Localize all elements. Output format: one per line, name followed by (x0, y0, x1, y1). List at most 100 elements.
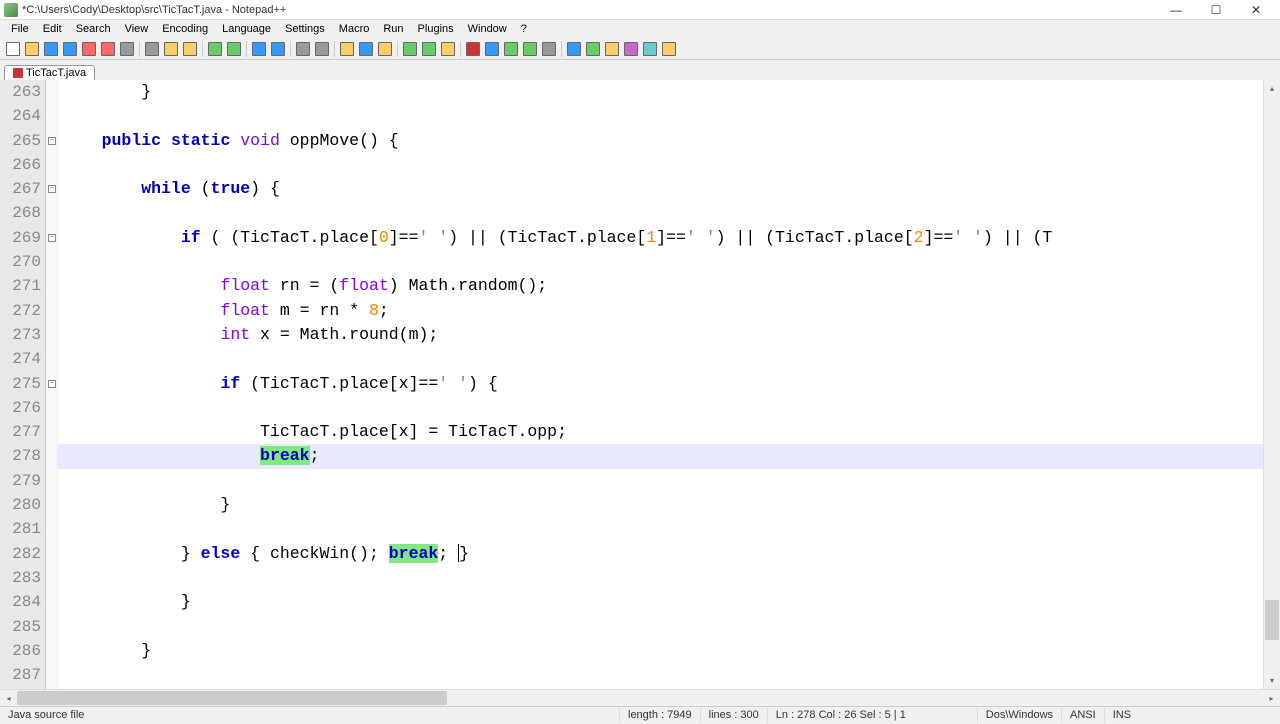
line-number: 286 (0, 639, 41, 663)
code-line[interactable] (58, 566, 1263, 590)
undo-button[interactable] (206, 40, 224, 58)
save-button[interactable] (42, 40, 60, 58)
play-button[interactable] (502, 40, 520, 58)
toolbar (0, 38, 1280, 60)
menu-language[interactable]: Language (215, 22, 278, 36)
code-line[interactable]: int x = Math.round(m); (58, 323, 1263, 347)
menu-edit[interactable]: Edit (36, 22, 69, 36)
line-number: 273 (0, 323, 41, 347)
zoomin-button[interactable] (294, 40, 312, 58)
s2-button[interactable] (584, 40, 602, 58)
scroll-up-arrow[interactable]: ▴ (1264, 80, 1280, 97)
code-line[interactable]: } (58, 80, 1263, 104)
menu-settings[interactable]: Settings (278, 22, 332, 36)
replace-button[interactable] (269, 40, 287, 58)
menu-view[interactable]: View (118, 22, 156, 36)
code-area[interactable]: } public static void oppMove() { while (… (58, 80, 1263, 689)
code-line[interactable] (58, 396, 1263, 420)
code-line[interactable]: } (58, 639, 1263, 663)
scroll-left-arrow[interactable]: ◂ (0, 690, 17, 706)
allchars-button[interactable] (357, 40, 375, 58)
maximize-button[interactable]: ☐ (1196, 1, 1236, 19)
code-line[interactable] (58, 201, 1263, 225)
menu-file[interactable]: File (4, 22, 36, 36)
saveall-button[interactable] (61, 40, 79, 58)
code-line[interactable]: if ( (TicTacT.place[0]==' ') || (TicTacT… (58, 226, 1263, 250)
line-number: 264 (0, 104, 41, 128)
s6-button[interactable] (660, 40, 678, 58)
zoomout-button[interactable] (313, 40, 331, 58)
line-number: 287 (0, 663, 41, 687)
new-button[interactable] (4, 40, 22, 58)
vertical-scrollbar[interactable]: ▴ ▾ (1263, 80, 1280, 689)
playmulti-button[interactable] (521, 40, 539, 58)
line-number: 283 (0, 566, 41, 590)
code-line[interactable] (58, 615, 1263, 639)
close-button[interactable] (80, 40, 98, 58)
code-line[interactable]: break; (58, 444, 1263, 468)
wrap-button[interactable] (338, 40, 356, 58)
find-button[interactable] (250, 40, 268, 58)
menu-window[interactable]: Window (461, 22, 514, 36)
fold-toggle[interactable]: − (48, 234, 56, 242)
menu-run[interactable]: Run (376, 22, 410, 36)
line-number: 277 (0, 420, 41, 444)
code-line[interactable]: } (58, 493, 1263, 517)
code-line[interactable]: public static void oppMove() { (58, 129, 1263, 153)
code-line[interactable] (58, 469, 1263, 493)
line-number: 276 (0, 396, 41, 420)
file-tab[interactable]: TicTacT.java (4, 65, 95, 80)
code-line[interactable] (58, 153, 1263, 177)
line-number: 268 (0, 201, 41, 225)
paste-button[interactable] (181, 40, 199, 58)
print-button[interactable] (118, 40, 136, 58)
line-number: 275 (0, 372, 41, 396)
scroll-right-arrow[interactable]: ▸ (1263, 690, 1280, 706)
fold-toggle[interactable]: − (48, 185, 56, 193)
line-number: 272 (0, 299, 41, 323)
code-line[interactable]: float rn = (float) Math.random(); (58, 274, 1263, 298)
menu-macro[interactable]: Macro (332, 22, 377, 36)
cut-button[interactable] (143, 40, 161, 58)
close-button[interactable]: ✕ (1236, 1, 1276, 19)
save-macro-button[interactable] (540, 40, 558, 58)
code-line[interactable] (58, 663, 1263, 687)
vscroll-thumb[interactable] (1265, 600, 1279, 640)
indent-button[interactable] (376, 40, 394, 58)
closeall-button[interactable] (99, 40, 117, 58)
code-line[interactable] (58, 347, 1263, 371)
scroll-down-arrow[interactable]: ▾ (1264, 672, 1280, 689)
fold-toggle[interactable]: − (48, 380, 56, 388)
menu-search[interactable]: Search (69, 22, 118, 36)
code-line[interactable]: } else { checkWin(); break; } (58, 542, 1263, 566)
code-line[interactable] (58, 104, 1263, 128)
copy-button[interactable] (162, 40, 180, 58)
s3-button[interactable] (603, 40, 621, 58)
horizontal-scrollbar[interactable]: ◂ ▸ (0, 689, 1280, 706)
code-line[interactable]: if (TicTacT.place[x]==' ') { (58, 372, 1263, 396)
menu-encoding[interactable]: Encoding (155, 22, 215, 36)
code-line[interactable]: float m = rn * 8; (58, 299, 1263, 323)
stop-button[interactable] (483, 40, 501, 58)
line-number-gutter: 2632642652662672682692702712722732742752… (0, 80, 46, 689)
s5-button[interactable] (641, 40, 659, 58)
code-line[interactable]: TicTacT.place[x] = TicTacT.opp; (58, 420, 1263, 444)
open-button[interactable] (23, 40, 41, 58)
fold-button[interactable] (401, 40, 419, 58)
rec-button[interactable] (464, 40, 482, 58)
unfold-button[interactable] (420, 40, 438, 58)
code-line[interactable] (58, 517, 1263, 541)
hscroll-thumb[interactable] (17, 691, 447, 705)
s1-button[interactable] (565, 40, 583, 58)
fold-toggle[interactable]: − (48, 137, 56, 145)
folder-button[interactable] (439, 40, 457, 58)
code-line[interactable] (58, 250, 1263, 274)
redo-button[interactable] (225, 40, 243, 58)
fold-column: − − − − (46, 80, 58, 689)
code-line[interactable]: } (58, 590, 1263, 614)
s4-button[interactable] (622, 40, 640, 58)
code-line[interactable]: while (true) { (58, 177, 1263, 201)
minimize-button[interactable]: — (1156, 1, 1196, 19)
menu-plugins[interactable]: Plugins (411, 22, 461, 36)
menu-help[interactable]: ? (514, 22, 534, 36)
